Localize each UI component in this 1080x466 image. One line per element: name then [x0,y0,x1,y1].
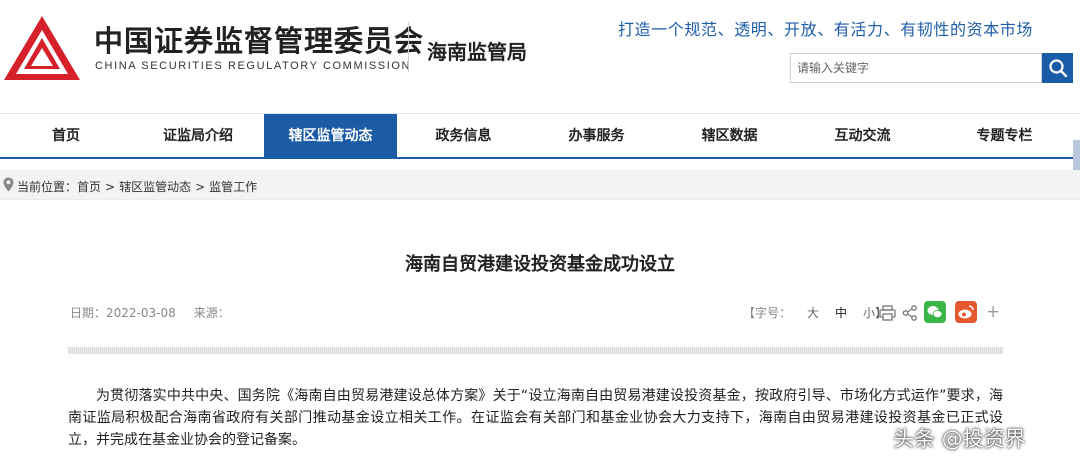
date-label: 日期： [70,306,107,320]
font-size-control: 【字号：大中小】 [743,304,887,321]
nav-item-regulatory-news[interactable]: 辖区监管动态 [264,114,397,158]
bureau-name: 海南监管局 [427,40,527,64]
nav-item-government-info[interactable]: 政务信息 [397,114,530,158]
wechat-glyph [927,306,943,318]
nav-item-about[interactable]: 证监局介绍 [132,114,264,158]
breadcrumb-home[interactable]: 首页 [77,180,101,194]
breadcrumb-current[interactable]: 监管工作 [209,180,257,194]
breadcrumb-separator: > [105,180,116,194]
nav-item-home[interactable]: 首页 [0,114,132,158]
header-divider [408,22,409,72]
search-button[interactable] [1042,53,1073,83]
article-meta: 日期：2022-03-08 来源： [70,304,230,321]
breadcrumb: 当前位置：首页 > 辖区监管动态 > 监管工作 [0,170,1080,200]
nav-item-interaction[interactable]: 互动交流 [796,114,929,158]
location-pin-icon [3,177,14,192]
breadcrumb-regulatory-news[interactable]: 辖区监管动态 [119,180,191,194]
breadcrumb-trail: 当前位置：首页 > 辖区监管动态 > 监管工作 [17,178,257,195]
font-size-label: 【字号： [743,306,792,320]
csrc-logo[interactable] [2,14,82,84]
source-label: 来源： [193,306,230,320]
content-divider [68,347,1003,354]
font-size-medium[interactable]: 中 [835,304,847,321]
nav-item-topics[interactable]: 专题专栏 [929,114,1080,158]
org-name-en: CHINA SECURITIES REGULATORY COMMISSION [95,60,412,72]
breadcrumb-separator: > [195,180,206,194]
org-name-cn: 中国证券监督管理委员会 [94,24,425,58]
weibo-icon[interactable] [955,301,977,323]
weibo-glyph [958,305,974,319]
article-date: 2022-03-08 [106,306,176,320]
plus-icon[interactable]: + [986,302,1000,322]
search-icon [1049,59,1068,78]
nav-item-services[interactable]: 办事服务 [530,114,663,158]
slogan: 打造一个规范、透明、开放、有活力、有韧性的资本市场 [618,20,1034,39]
nav-item-data[interactable]: 辖区数据 [663,114,796,158]
wechat-icon[interactable] [924,301,946,323]
article-body: 为贯彻落实中共中央、国务院《海南自由贸易港建设总体方案》关于“设立海南自由贸易港… [68,388,1003,448]
breadcrumb-prefix: 当前位置： [17,180,78,194]
main-nav: 首页 证监局介绍 辖区监管动态 政务信息 办事服务 辖区数据 互动交流 专题专栏 [0,113,1080,159]
search-input[interactable] [790,53,1042,83]
font-size-large[interactable]: 大 [807,304,819,321]
watermark: 头条 @投资界 [893,427,1026,451]
share-icon[interactable] [902,305,918,321]
print-icon[interactable] [879,305,896,321]
article-title: 海南自贸港建设投资基金成功设立 [405,254,675,275]
site-header: 中国证券监督管理委员会 CHINA SECURITIES REGULATORY … [0,0,1080,112]
